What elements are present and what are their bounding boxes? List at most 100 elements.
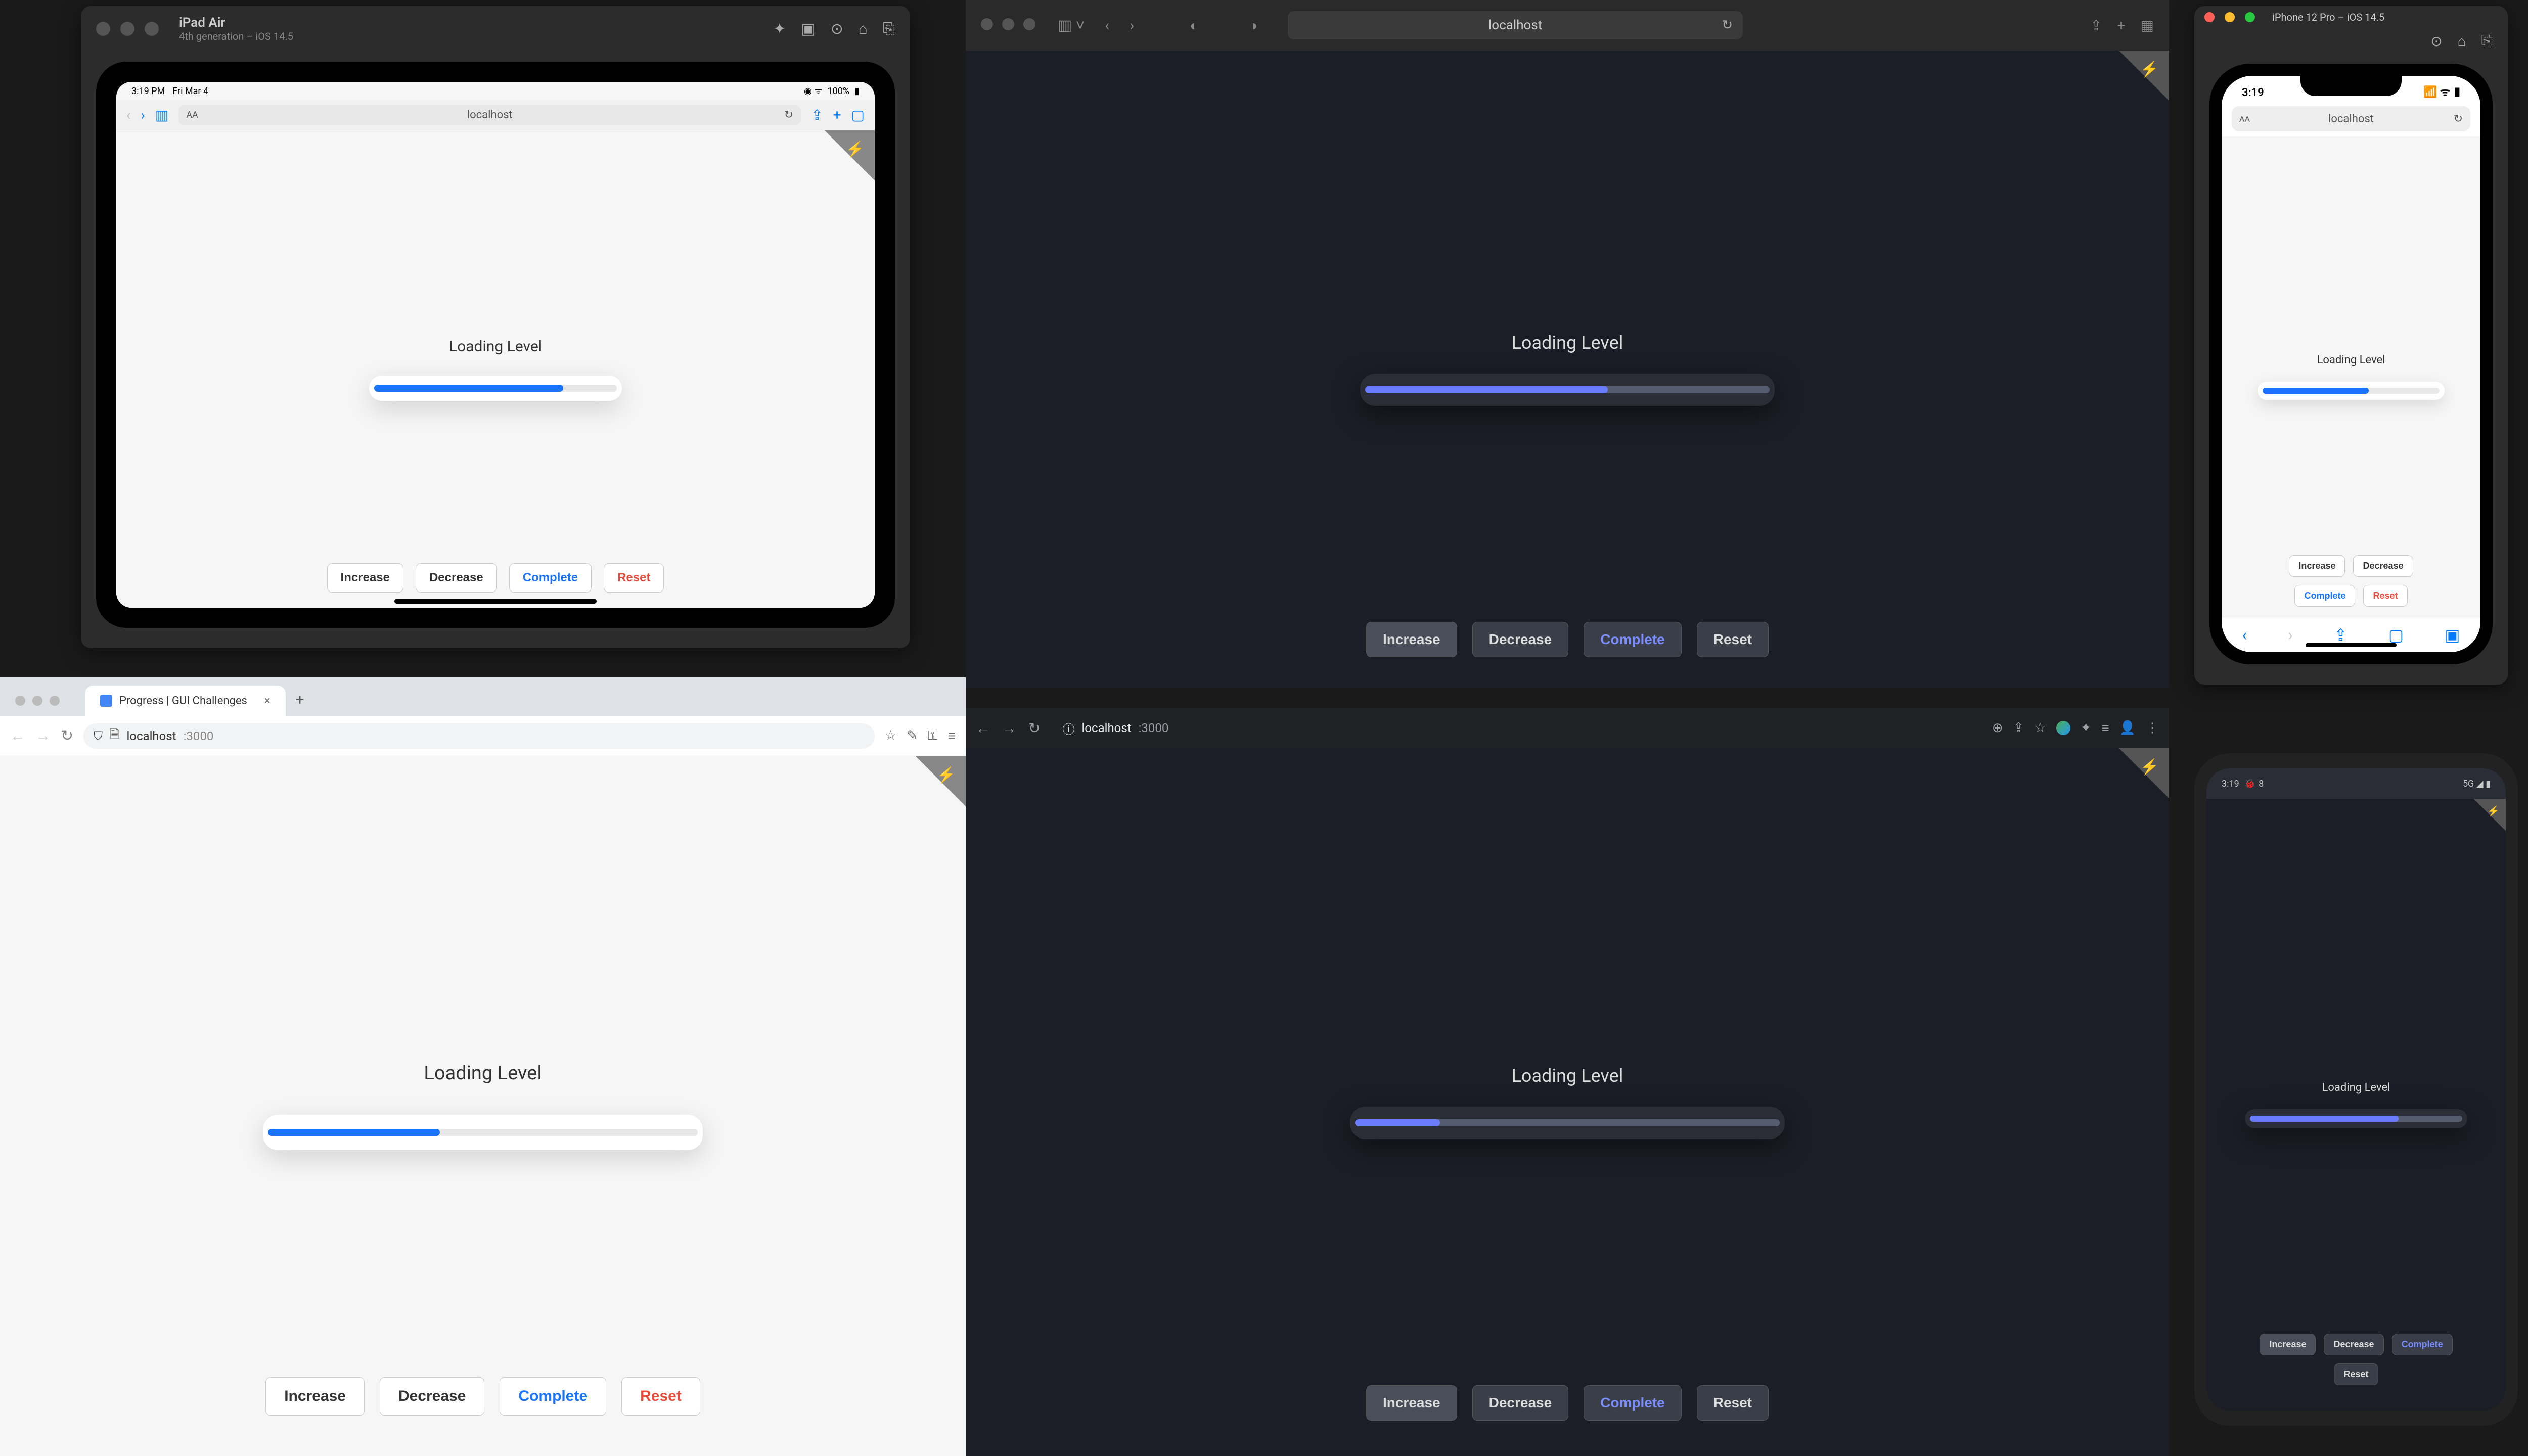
key-icon[interactable]: ⚿ — [928, 728, 938, 744]
extension-icon[interactable] — [2056, 721, 2070, 735]
share-icon[interactable]: ⇪ — [2334, 625, 2348, 645]
url-field[interactable]: ⓘ localhost:3000 — [1062, 719, 1168, 737]
forward-icon[interactable]: → — [35, 727, 51, 745]
newtab-icon[interactable]: + — [296, 691, 304, 709]
decrease-button[interactable]: Decrease — [1472, 1385, 1569, 1421]
complete-button[interactable]: Complete — [2392, 1334, 2453, 1355]
rotate-icon[interactable]: ⎘ — [883, 20, 895, 38]
back-icon[interactable]: ‹ — [1100, 17, 1114, 34]
install-icon[interactable]: ⊕ — [1992, 720, 2003, 736]
close-icon[interactable] — [2204, 12, 2215, 22]
sidebar-icon[interactable]: ▥ ˅ — [1053, 17, 1090, 34]
home-icon[interactable]: ⌂ — [859, 20, 868, 38]
privacy-icon[interactable]: ◑ — [1249, 17, 1257, 34]
decrease-button[interactable]: Decrease — [2353, 555, 2413, 577]
complete-button[interactable]: Complete — [1584, 1385, 1682, 1421]
window-traffic-lights[interactable] — [5, 696, 70, 716]
sidebar-icon[interactable]: ▥ — [155, 107, 168, 123]
url-field[interactable]: ⛉ 🗎 localhost:3000 — [83, 723, 875, 749]
share-icon[interactable]: ⇪ — [2013, 720, 2024, 736]
decrease-button[interactable]: Decrease — [1472, 622, 1569, 657]
info-icon[interactable]: ⓘ — [1062, 719, 1074, 737]
list-icon[interactable]: ≡ — [2101, 720, 2109, 736]
tabs-icon[interactable]: ▦ — [2141, 17, 2154, 34]
reset-button[interactable]: Reset — [2334, 1363, 2378, 1385]
increase-button[interactable]: Increase — [327, 563, 403, 593]
close-icon[interactable] — [15, 696, 25, 706]
shield-icon[interactable]: ⛉ — [94, 729, 103, 743]
zoom-icon[interactable] — [50, 696, 60, 706]
star-icon[interactable]: ☆ — [885, 728, 896, 744]
newtab-icon[interactable]: + — [833, 107, 841, 123]
screenshot-icon[interactable]: ▣ — [801, 20, 815, 38]
extensions-icon[interactable]: ✦ — [2081, 720, 2092, 736]
reader-icon[interactable]: AA — [2239, 114, 2250, 124]
complete-button[interactable]: Complete — [500, 1377, 606, 1416]
record-icon[interactable]: ⊙ — [831, 20, 843, 38]
increase-button[interactable]: Increase — [2289, 555, 2345, 577]
minimize-icon[interactable] — [32, 696, 42, 706]
reset-button[interactable]: Reset — [604, 563, 664, 593]
decrease-button[interactable]: Decrease — [380, 1377, 484, 1416]
lock-icon[interactable]: 🗎 — [110, 725, 119, 746]
reset-button[interactable]: Reset — [1697, 1385, 1769, 1421]
shield-icon[interactable]: ◐ — [1190, 17, 1198, 34]
share-icon[interactable]: ⇪ — [2090, 17, 2102, 34]
back-icon[interactable]: ‹ — [126, 107, 130, 123]
home-indicator[interactable] — [2306, 643, 2397, 647]
reset-button[interactable]: Reset — [621, 1377, 700, 1416]
newtab-icon[interactable]: + — [2117, 17, 2126, 34]
zoom-icon[interactable] — [1023, 18, 1035, 30]
reader-icon[interactable]: AA — [186, 110, 198, 120]
browser-tab[interactable]: Progress | GUI Challenges × — [85, 686, 286, 716]
window-traffic-lights[interactable] — [96, 22, 159, 36]
screenshot-icon[interactable]: ⊙ — [2430, 33, 2442, 50]
increase-button[interactable]: Increase — [1366, 622, 1457, 657]
tabs-icon[interactable]: ▣ — [2445, 625, 2460, 645]
back-icon[interactable]: ‹ — [2242, 625, 2247, 645]
reload-icon[interactable]: ↻ — [2454, 113, 2463, 125]
minimize-icon[interactable] — [2225, 12, 2235, 22]
back-icon[interactable]: ← — [10, 727, 25, 745]
forward-icon[interactable]: → — [1002, 720, 1016, 737]
url-field[interactable]: AA localhost ↻ — [178, 105, 801, 125]
window-traffic-lights[interactable] — [981, 18, 1043, 32]
increase-button[interactable]: Increase — [2260, 1334, 2316, 1355]
url-field[interactable]: localhost ↻ — [1288, 11, 1743, 39]
increase-button[interactable]: Increase — [265, 1377, 365, 1416]
zoom-icon[interactable] — [145, 22, 159, 36]
forward-icon[interactable]: › — [1124, 17, 1139, 34]
increase-button[interactable]: Increase — [1366, 1385, 1457, 1421]
tabs-icon[interactable]: ▢ — [851, 107, 865, 123]
close-icon[interactable] — [96, 22, 110, 36]
url-field[interactable]: AA localhost ↻ — [2232, 106, 2470, 131]
forward-icon[interactable]: › — [141, 107, 145, 123]
reset-button[interactable]: Reset — [2363, 585, 2407, 607]
share-icon[interactable]: ⇪ — [811, 107, 823, 123]
complete-button[interactable]: Complete — [509, 563, 592, 593]
reload-icon[interactable]: ↻ — [61, 727, 73, 745]
extension-icon[interactable]: ✎ — [907, 728, 918, 744]
home-indicator[interactable] — [394, 599, 597, 604]
tab-close-icon[interactable]: × — [264, 695, 270, 707]
menu-icon[interactable]: ≡ — [948, 728, 956, 744]
bookmarks-icon[interactable]: ▢ — [2388, 625, 2404, 645]
rotate-icon[interactable]: ⎘ — [2481, 32, 2493, 50]
close-icon[interactable] — [981, 18, 993, 30]
menu-icon[interactable]: ⋮ — [2146, 720, 2159, 736]
reload-icon[interactable]: ↻ — [1722, 18, 1733, 33]
reload-icon[interactable]: ↻ — [784, 109, 793, 121]
minimize-icon[interactable] — [1002, 18, 1014, 30]
forward-icon[interactable]: › — [2288, 625, 2293, 645]
decrease-button[interactable]: Decrease — [2324, 1334, 2383, 1355]
window-traffic-lights[interactable] — [2204, 12, 2255, 22]
minimize-icon[interactable] — [120, 22, 134, 36]
back-icon[interactable]: ← — [976, 720, 990, 737]
decrease-button[interactable]: Decrease — [416, 563, 497, 593]
home-icon[interactable]: ⌂ — [2458, 33, 2466, 50]
zoom-icon[interactable] — [2245, 12, 2255, 22]
profile-icon[interactable]: 👤 — [2119, 720, 2136, 736]
complete-button[interactable]: Complete — [2294, 585, 2355, 607]
reset-button[interactable]: Reset — [1697, 622, 1769, 657]
reload-icon[interactable]: ↻ — [1028, 720, 1040, 737]
